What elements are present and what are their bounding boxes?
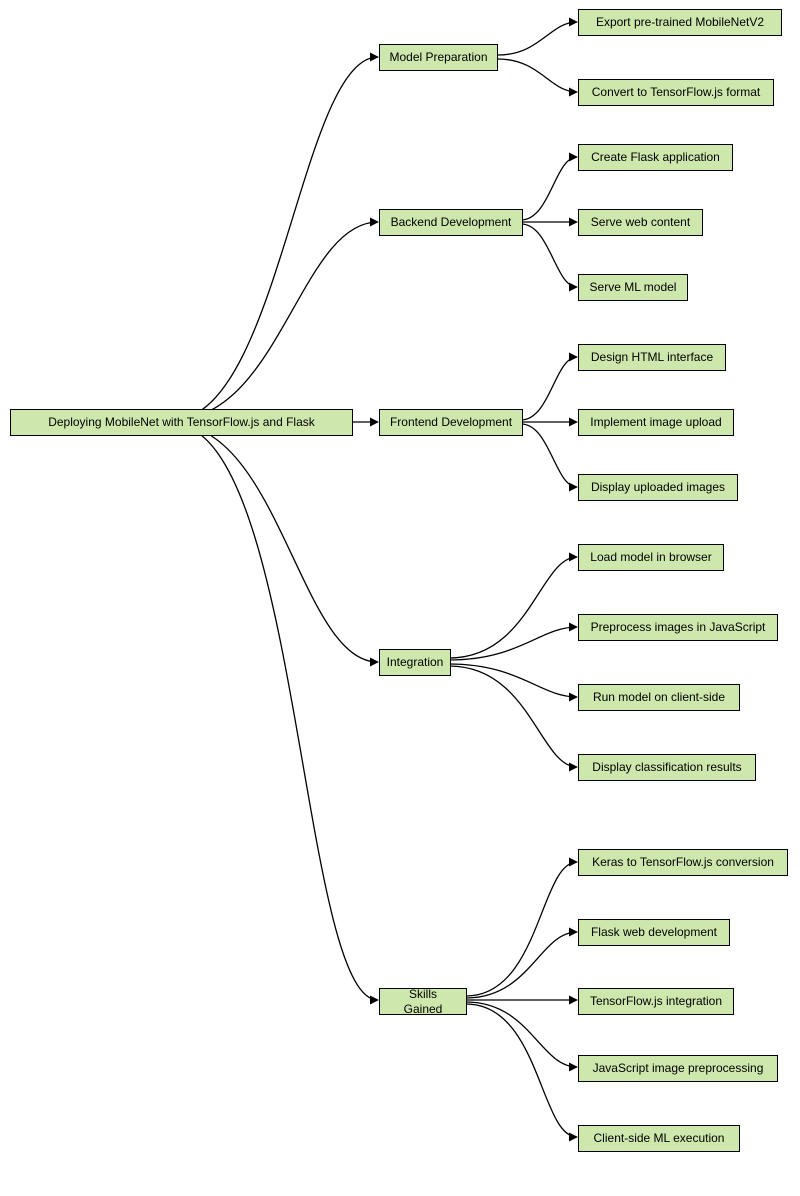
leaf-label: Export pre-trained MobileNetV2 <box>596 15 764 29</box>
leaf-label: Client-side ML execution <box>594 1131 725 1145</box>
branch-label: Model Preparation <box>389 50 487 64</box>
branch-frontend-development: Frontend Development <box>379 409 523 436</box>
root-node: Deploying MobileNet with TensorFlow.js a… <box>10 409 353 436</box>
leaf-label: Display classification results <box>592 760 741 774</box>
leaf-serve-web: Serve web content <box>578 209 703 236</box>
leaf-label: Keras to TensorFlow.js conversion <box>592 855 774 869</box>
leaf-label: Run model on client-side <box>593 690 725 704</box>
root-label: Deploying MobileNet with TensorFlow.js a… <box>48 415 315 429</box>
leaf-client-ml: Client-side ML execution <box>578 1125 740 1152</box>
leaf-label: Implement image upload <box>590 415 721 429</box>
diagram-canvas: Deploying MobileNet with TensorFlow.js a… <box>0 0 800 1196</box>
branch-label: Skills Gained <box>388 987 458 1016</box>
leaf-preprocess-js: Preprocess images in JavaScript <box>578 614 778 641</box>
leaf-image-upload: Implement image upload <box>578 409 734 436</box>
leaf-label: Convert to TensorFlow.js format <box>592 85 761 99</box>
leaf-create-flask: Create Flask application <box>578 144 733 171</box>
leaf-run-client-side: Run model on client-side <box>578 684 740 711</box>
leaf-tfjs-integration: TensorFlow.js integration <box>578 988 734 1015</box>
leaf-display-images: Display uploaded images <box>578 474 738 501</box>
leaf-label: Load model in browser <box>590 550 711 564</box>
leaf-label: Design HTML interface <box>591 350 713 364</box>
branch-label: Frontend Development <box>390 415 512 429</box>
leaf-label: Preprocess images in JavaScript <box>591 620 766 634</box>
leaf-display-results: Display classification results <box>578 754 756 781</box>
branch-model-preparation: Model Preparation <box>379 44 498 71</box>
edges-layer <box>0 0 800 1196</box>
leaf-convert-tfjs: Convert to TensorFlow.js format <box>578 79 774 106</box>
leaf-keras-tfjs: Keras to TensorFlow.js conversion <box>578 849 788 876</box>
branch-label: Backend Development <box>391 215 512 229</box>
leaf-design-html: Design HTML interface <box>578 344 726 371</box>
leaf-serve-ml: Serve ML model <box>578 274 688 301</box>
leaf-flask-web: Flask web development <box>578 919 730 946</box>
branch-skills-gained: Skills Gained <box>379 988 467 1015</box>
leaf-label: TensorFlow.js integration <box>590 994 722 1008</box>
branch-backend-development: Backend Development <box>379 209 523 236</box>
leaf-js-preprocess: JavaScript image preprocessing <box>578 1055 778 1082</box>
leaf-export-mobilenetv2: Export pre-trained MobileNetV2 <box>578 9 782 36</box>
leaf-label: Create Flask application <box>591 150 720 164</box>
leaf-load-model: Load model in browser <box>578 544 724 571</box>
leaf-label: Serve web content <box>591 215 690 229</box>
leaf-label: JavaScript image preprocessing <box>593 1061 764 1075</box>
leaf-label: Flask web development <box>591 925 717 939</box>
branch-label: Integration <box>387 655 444 669</box>
leaf-label: Display uploaded images <box>591 480 725 494</box>
branch-integration: Integration <box>379 649 451 676</box>
leaf-label: Serve ML model <box>590 280 677 294</box>
